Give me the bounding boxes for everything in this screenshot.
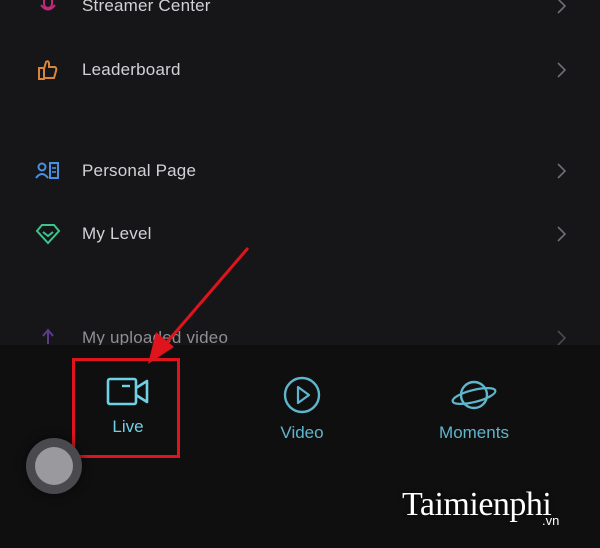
chevron-right-icon	[557, 163, 567, 179]
thumbs-up-icon	[38, 60, 58, 80]
floating-button-inner	[35, 447, 73, 485]
play-circle-icon	[283, 376, 321, 414]
menu-item-my-level[interactable]: My Level	[0, 214, 600, 254]
menu-item-label: My Level	[82, 224, 152, 243]
chevron-right-icon	[557, 0, 567, 14]
menu-item-label: Leaderboard	[82, 60, 181, 79]
menu-item-streamer-center[interactable]: Streamer Center	[0, 0, 600, 26]
diamond-icon	[35, 224, 61, 245]
watermark-logo: Taimienphi	[402, 486, 552, 523]
chevron-right-icon	[557, 226, 567, 242]
floating-assistive-button[interactable]	[26, 438, 82, 494]
live-tab-highlight-box	[72, 358, 180, 458]
chevron-right-icon	[557, 62, 567, 78]
menu-item-personal-page[interactable]: Personal Page	[0, 151, 600, 191]
tab-moments-label: Moments	[439, 423, 509, 442]
settings-menu: Streamer Center Leaderboard Personal Pag…	[0, 0, 600, 347]
watermark-domain: .vn	[542, 513, 560, 528]
tab-video[interactable]: Video	[232, 375, 372, 443]
tab-moments[interactable]: Moments	[404, 375, 544, 443]
microphone-icon	[40, 0, 56, 11]
menu-item-label: Personal Page	[82, 161, 197, 180]
planet-icon	[451, 380, 497, 410]
menu-item-leaderboard[interactable]: Leaderboard	[0, 50, 600, 90]
profile-card-icon	[35, 162, 59, 179]
tab-video-label: Video	[280, 423, 324, 442]
menu-item-label: Streamer Center	[82, 0, 211, 15]
